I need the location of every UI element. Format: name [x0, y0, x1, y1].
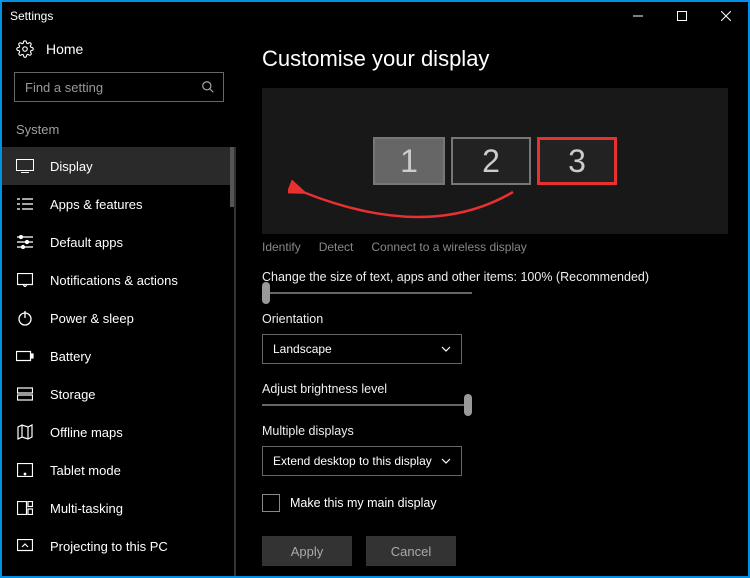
multiple-displays-select[interactable]: Extend desktop to this display [262, 446, 462, 476]
maximize-button[interactable] [660, 2, 704, 30]
multiple-displays-value: Extend desktop to this display [273, 454, 432, 468]
sidebar: Home System Display Apps & features Defa… [2, 30, 236, 576]
sidebar-item-storage[interactable]: Storage [2, 375, 234, 413]
main-display-checkbox-row[interactable]: Make this my main display [262, 494, 728, 512]
project-icon [16, 537, 34, 555]
search-box[interactable] [14, 72, 224, 102]
sidebar-item-notifications[interactable]: Notifications & actions [2, 261, 234, 299]
identify-link[interactable]: Identify [262, 240, 301, 254]
sidebar-item-projecting[interactable]: Projecting to this PC [2, 527, 234, 565]
main-display-checkbox[interactable] [262, 494, 280, 512]
sidebar-item-apps-websites[interactable]: Apps for websites [2, 565, 234, 576]
sidebar-item-label: Default apps [50, 235, 123, 250]
chevron-down-icon [441, 346, 451, 352]
defaults-icon [16, 233, 34, 251]
map-icon [16, 423, 34, 441]
titlebar: Settings [2, 2, 748, 30]
chevron-down-icon [441, 458, 451, 464]
list-icon [16, 195, 34, 213]
sidebar-item-multitasking[interactable]: Multi-tasking [2, 489, 234, 527]
power-icon [16, 309, 34, 327]
battery-icon [16, 347, 34, 365]
close-button[interactable] [704, 2, 748, 30]
gear-icon [16, 40, 34, 58]
sidebar-item-default-apps[interactable]: Default apps [2, 223, 234, 261]
sidebar-item-power-sleep[interactable]: Power & sleep [2, 299, 234, 337]
sidebar-item-offline-maps[interactable]: Offline maps [2, 413, 234, 451]
tablet-icon [16, 461, 34, 479]
sidebar-item-label: Apps & features [50, 197, 143, 212]
apply-button[interactable]: Apply [262, 536, 352, 566]
orientation-value: Landscape [273, 342, 332, 356]
cancel-button[interactable]: Cancel [366, 536, 456, 566]
sidebar-item-battery[interactable]: Battery [2, 337, 234, 375]
page-title: Customise your display [262, 46, 728, 72]
sidebar-item-label: Display [50, 159, 93, 174]
sidebar-item-label: Storage [50, 387, 96, 402]
display-icon [16, 157, 34, 175]
main-content: Customise your display 1 2 3 Identify De… [236, 30, 748, 576]
search-input[interactable] [25, 80, 201, 95]
preview-links: Identify Detect Connect to a wireless di… [262, 240, 728, 254]
home-label: Home [46, 41, 83, 57]
search-icon [201, 80, 215, 94]
multiple-displays-label: Multiple displays [262, 424, 728, 438]
sidebar-item-label: Offline maps [50, 425, 123, 440]
text-size-label: Change the size of text, apps and other … [262, 270, 728, 284]
monitor-2[interactable]: 2 [451, 137, 531, 185]
sidebar-item-label: Tablet mode [50, 463, 121, 478]
monitor-3[interactable]: 3 [537, 137, 617, 185]
sidebar-item-apps-features[interactable]: Apps & features [2, 185, 234, 223]
minimize-button[interactable] [616, 2, 660, 30]
orientation-label: Orientation [262, 312, 728, 326]
multitask-icon [16, 499, 34, 517]
sidebar-item-label: Power & sleep [50, 311, 134, 326]
orientation-select[interactable]: Landscape [262, 334, 462, 364]
websites-icon [16, 575, 34, 576]
brightness-slider[interactable] [262, 404, 472, 406]
home-button[interactable]: Home [2, 30, 236, 72]
sidebar-item-label: Notifications & actions [50, 273, 178, 288]
detect-link[interactable]: Detect [319, 240, 354, 254]
notifications-icon [16, 271, 34, 289]
window-title: Settings [10, 9, 616, 23]
brightness-label: Adjust brightness level [262, 382, 728, 396]
storage-icon [16, 385, 34, 403]
wireless-display-link[interactable]: Connect to a wireless display [371, 240, 526, 254]
main-display-label: Make this my main display [290, 496, 437, 510]
monitor-1[interactable]: 1 [373, 137, 445, 185]
slider-thumb[interactable] [464, 394, 472, 416]
sidebar-item-label: Battery [50, 349, 91, 364]
section-label: System [2, 116, 236, 147]
slider-thumb[interactable] [262, 282, 270, 304]
sidebar-item-label: Multi-tasking [50, 501, 123, 516]
text-size-slider[interactable] [262, 292, 472, 294]
display-preview[interactable]: 1 2 3 [262, 88, 728, 234]
sidebar-item-label: Projecting to this PC [50, 539, 168, 554]
sidebar-item-tablet-mode[interactable]: Tablet mode [2, 451, 234, 489]
sidebar-item-display[interactable]: Display [2, 147, 234, 185]
